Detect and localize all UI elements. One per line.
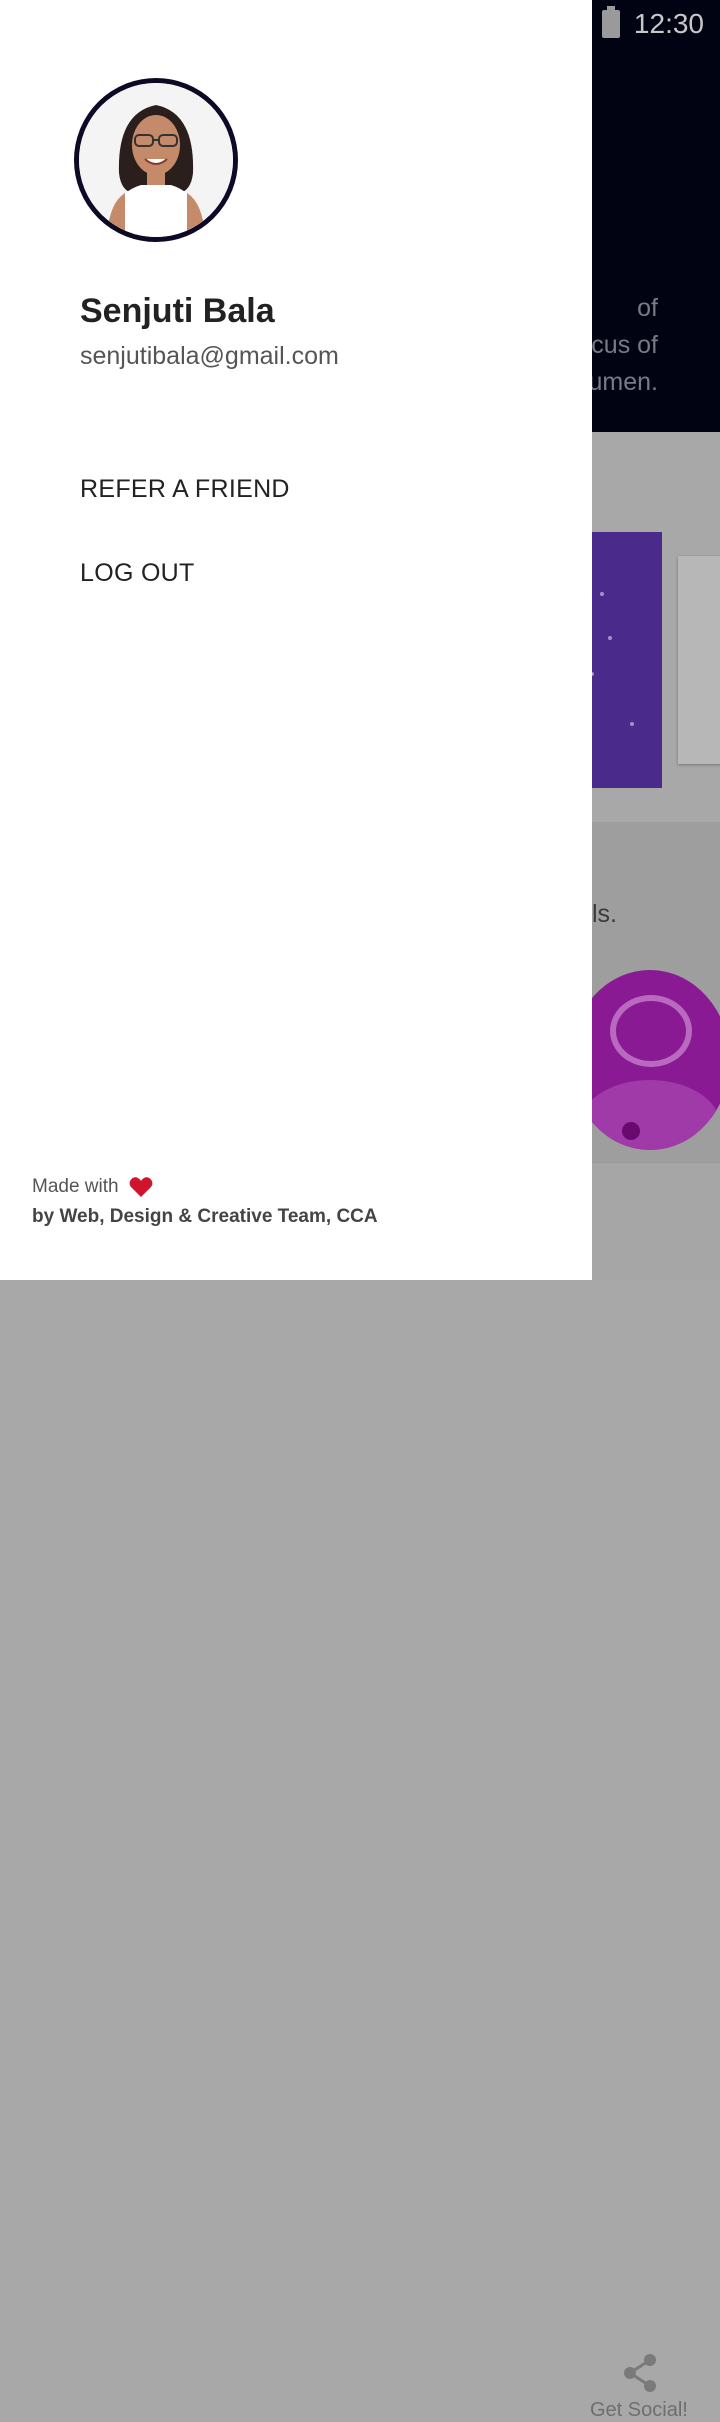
battery-icon xyxy=(601,6,620,38)
navigation-drawer: Senjuti Bala senjutibala@gmail.com REFER… xyxy=(0,0,592,1280)
status-bar: 12:30 xyxy=(601,6,704,40)
user-email: senjutibala@gmail.com xyxy=(80,342,339,370)
heart-icon xyxy=(129,1177,152,1197)
drawer-footer: Made with by Web, Design & Creative Team… xyxy=(32,1176,378,1228)
status-time: 12:30 xyxy=(633,8,704,39)
made-with-text: Made with xyxy=(32,1176,119,1197)
menu-item-log-out[interactable]: LOG OUT xyxy=(80,559,195,588)
planet-dot xyxy=(622,1122,640,1140)
background-card xyxy=(678,556,720,764)
made-with-line: Made with xyxy=(32,1176,378,1198)
credit-text: by Web, Design & Creative Team, CCA xyxy=(32,1206,378,1227)
profile-photo xyxy=(79,83,233,237)
share-icon xyxy=(624,2354,656,2392)
user-name: Senjuti Bala xyxy=(80,292,275,330)
astronaut-illustration xyxy=(570,970,720,1150)
tab-get-social-label: Get Social! xyxy=(590,2399,688,2421)
menu-item-refer-a-friend[interactable]: REFER A FRIEND xyxy=(80,475,290,504)
planet-shape xyxy=(580,1080,720,1150)
helmet-shape xyxy=(610,995,692,1067)
avatar xyxy=(74,78,238,242)
